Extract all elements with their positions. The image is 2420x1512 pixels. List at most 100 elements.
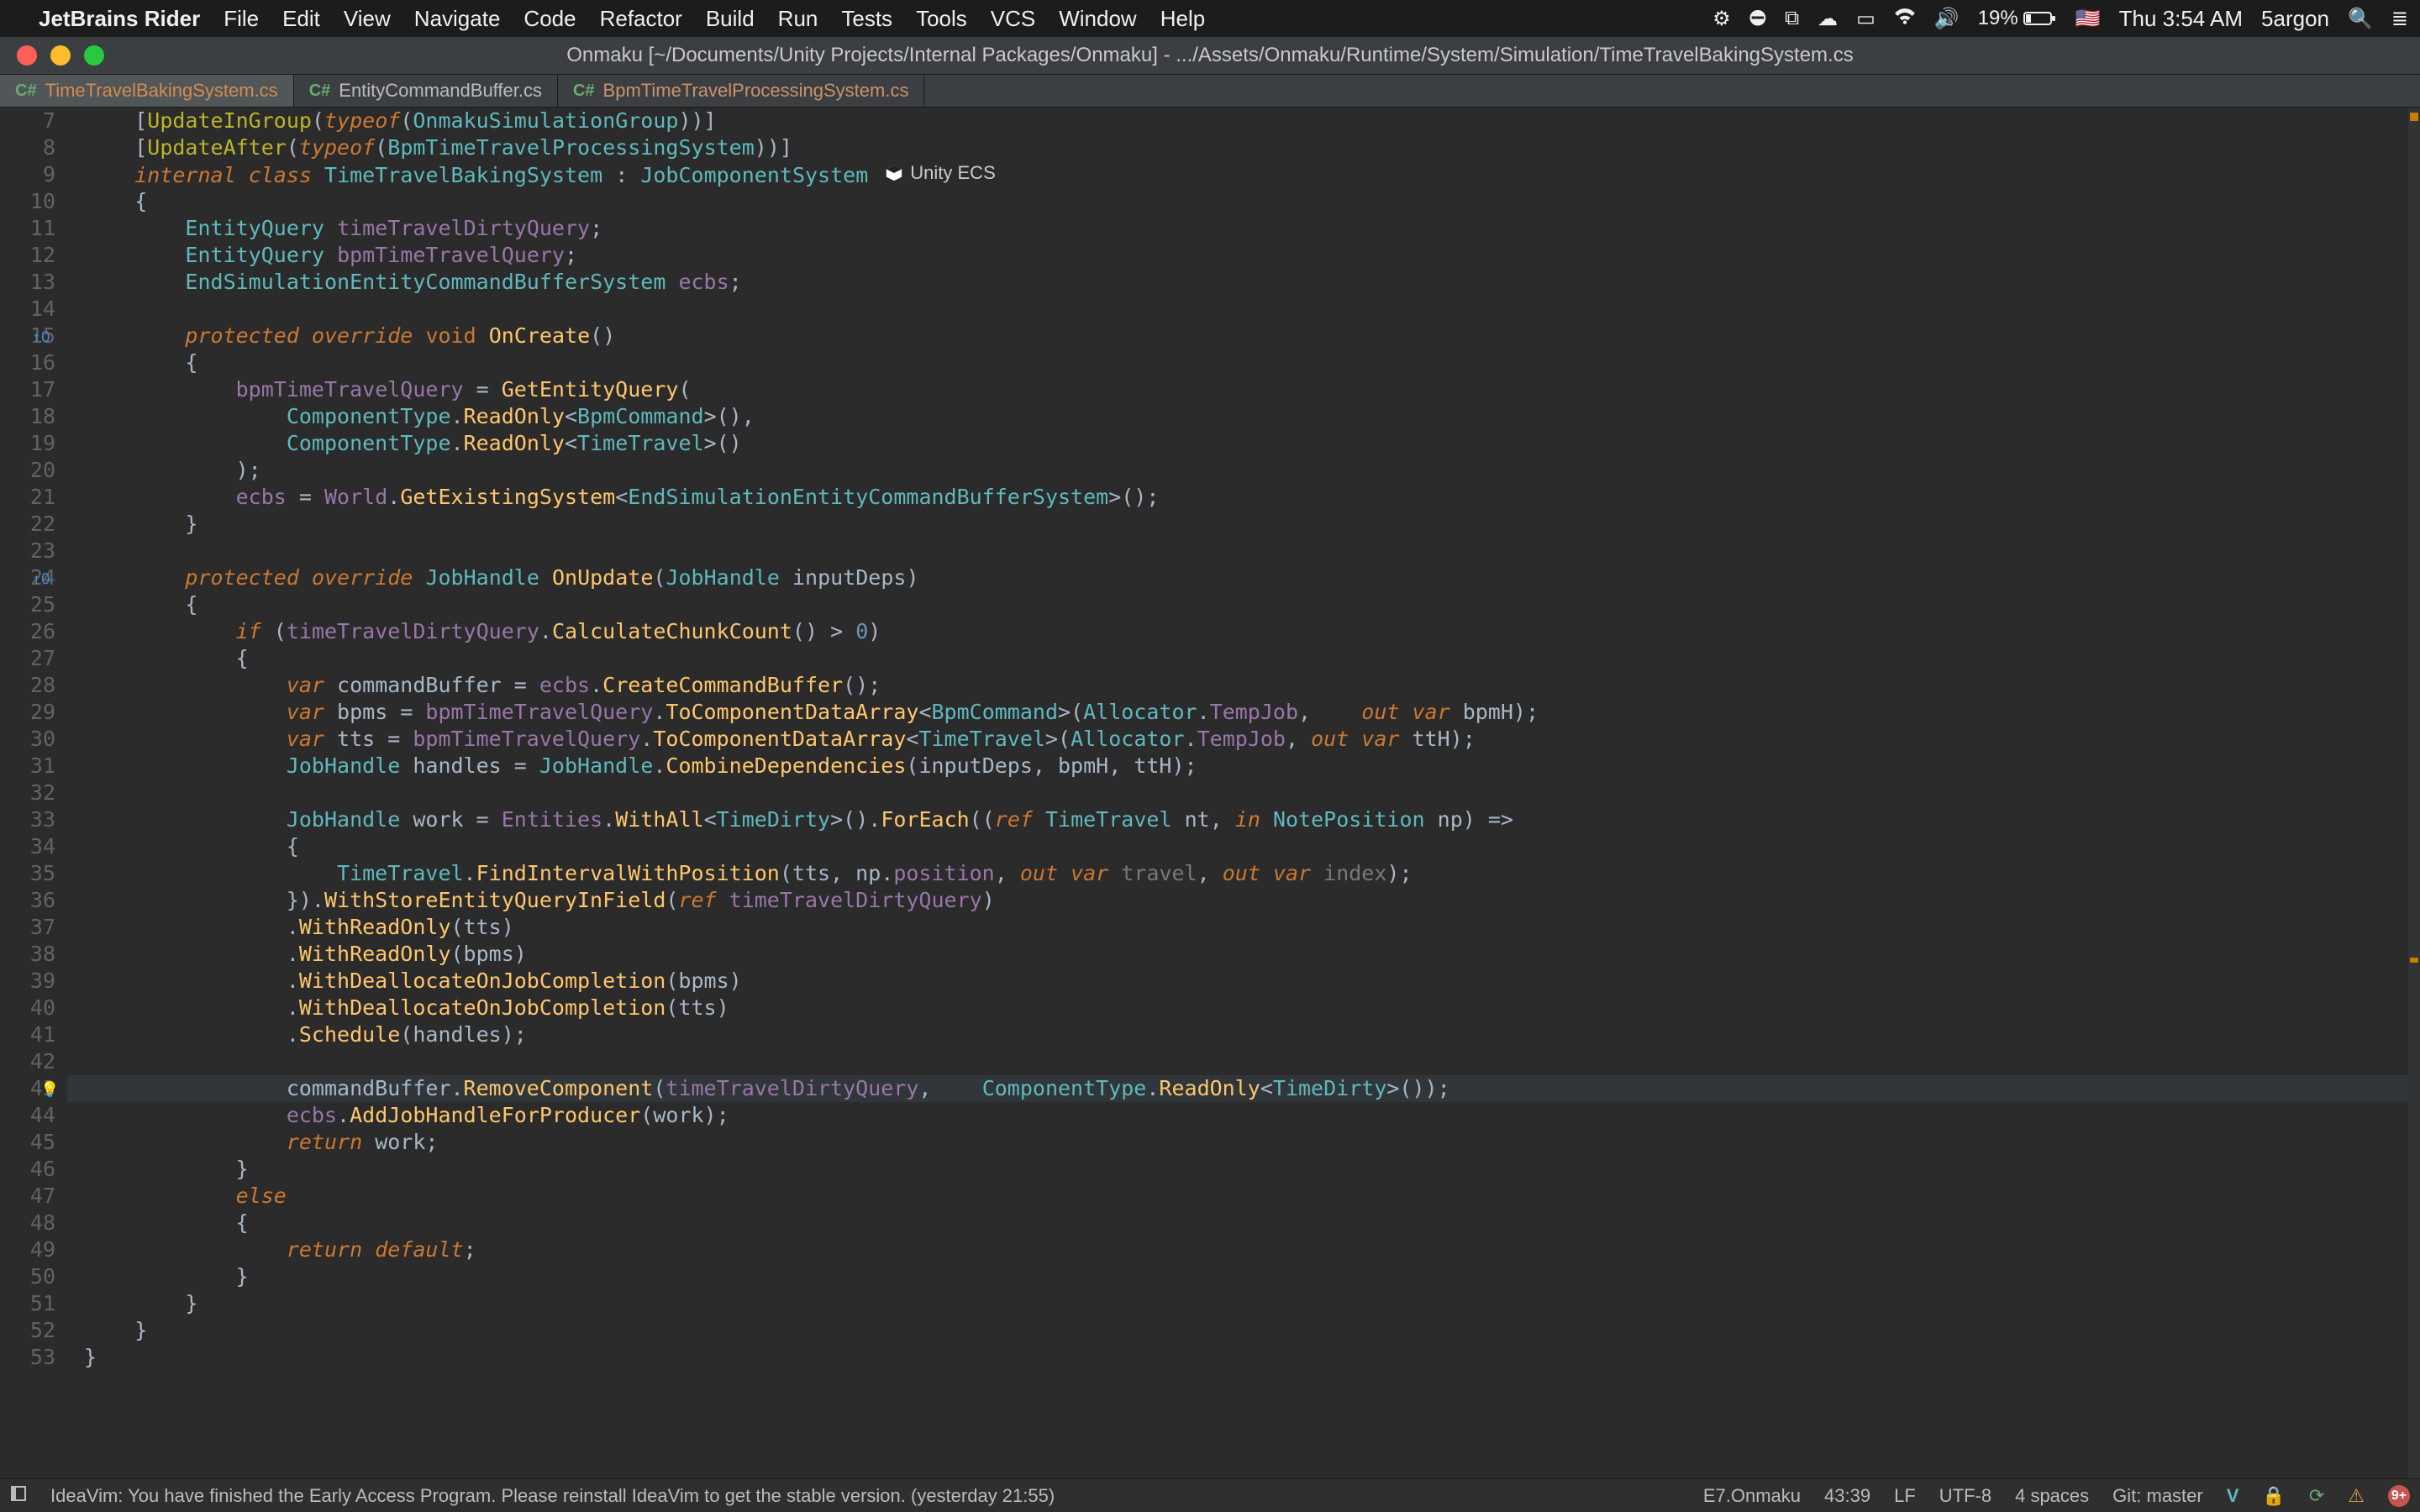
code-line[interactable]: } bbox=[84, 1317, 2420, 1344]
code-line[interactable]: [UpdateAfter(typeof(BpmTimeTravelProcess… bbox=[84, 134, 2420, 161]
code-line[interactable]: var bpms = bpmTimeTravelQuery.ToComponen… bbox=[84, 699, 2420, 726]
minimize-window-button[interactable] bbox=[50, 45, 71, 66]
code-line[interactable]: }).WithStoreEntityQueryInField(ref timeT… bbox=[84, 887, 2420, 914]
status-indent[interactable]: 4 spaces bbox=[2015, 1485, 2089, 1507]
menu-view[interactable]: View bbox=[344, 6, 391, 32]
code-line[interactable]: [UpdateInGroup(typeof(OnmakuSimulationGr… bbox=[84, 108, 2420, 134]
app-name-menu[interactable]: JetBrains Rider bbox=[39, 6, 200, 32]
menu-file[interactable]: File bbox=[224, 6, 259, 32]
code-line[interactable]: { bbox=[84, 833, 2420, 860]
code-line[interactable]: return default; bbox=[84, 1236, 2420, 1263]
battery-tray[interactable]: 19% bbox=[1978, 7, 2057, 30]
code-editor[interactable]: 7891011121314151617181920212223242526272… bbox=[0, 108, 2420, 1478]
control-center-icon[interactable]: ≣ bbox=[2391, 7, 2408, 31]
menu-code[interactable]: Code bbox=[523, 6, 576, 32]
status-encoding[interactable]: UTF-8 bbox=[1939, 1485, 1991, 1507]
code-line[interactable]: } bbox=[84, 1156, 2420, 1183]
code-area[interactable]: [UpdateInGroup(typeof(OnmakuSimulationGr… bbox=[67, 108, 2420, 1478]
menu-help[interactable]: Help bbox=[1160, 6, 1205, 32]
code-line[interactable] bbox=[84, 296, 2420, 323]
code-line[interactable] bbox=[84, 1048, 2420, 1075]
dropbox-tray-icon[interactable]: ⧉ bbox=[1785, 7, 1799, 30]
status-context[interactable]: E7.Onmaku bbox=[1703, 1485, 1801, 1507]
code-line[interactable]: } bbox=[84, 511, 2420, 538]
code-line[interactable]: .Schedule(handles); bbox=[84, 1021, 2420, 1048]
code-line[interactable]: ); bbox=[84, 457, 2420, 484]
menubar-user[interactable]: 5argon bbox=[2261, 6, 2329, 32]
code-line[interactable]: EntityQuery timeTravelDirtyQuery; bbox=[84, 215, 2420, 242]
ideavim-status-icon[interactable]: V bbox=[2227, 1485, 2239, 1507]
tab-bpmtimetravelprocessingsystem[interactable]: C# BpmTimeTravelProcessingSystem.cs bbox=[558, 75, 924, 107]
code-line[interactable]: } bbox=[84, 1290, 2420, 1317]
unity-tray-icon[interactable]: ⚙︎ bbox=[1712, 7, 1731, 31]
tool-window-toggle-icon[interactable] bbox=[10, 1485, 27, 1507]
intention-bulb-icon[interactable]: 💡 bbox=[40, 1080, 59, 1100]
code-line[interactable]: .WithDeallocateOnJobCompletion(bpms) bbox=[84, 968, 2420, 995]
readonly-lock-icon[interactable]: 🔒 bbox=[2262, 1485, 2285, 1507]
code-line[interactable]: .WithDeallocateOnJobCompletion(tts) bbox=[84, 995, 2420, 1021]
code-line[interactable]: TimeTravel.FindIntervalWithPosition(tts,… bbox=[84, 860, 2420, 887]
code-line[interactable]: JobHandle work = Entities.WithAll<TimeDi… bbox=[84, 806, 2420, 833]
menu-tools[interactable]: Tools bbox=[916, 6, 967, 32]
tab-timetravelbakingsystem[interactable]: C# TimeTravelBakingSystem.cs bbox=[0, 75, 294, 107]
menubar-clock[interactable]: Thu 3:54 AM bbox=[2119, 6, 2243, 32]
warning-stripe-mark[interactable] bbox=[2410, 958, 2418, 963]
code-line[interactable]: ComponentType.ReadOnly<BpmCommand>(), bbox=[84, 403, 2420, 430]
code-line[interactable]: ComponentType.ReadOnly<TimeTravel>() bbox=[84, 430, 2420, 457]
inspection-indicator-icon[interactable] bbox=[2410, 113, 2418, 121]
menu-refactor[interactable]: Refactor bbox=[600, 6, 682, 32]
code-line[interactable]: var tts = bpmTimeTravelQuery.ToComponent… bbox=[84, 726, 2420, 753]
zoom-window-button[interactable] bbox=[84, 45, 104, 66]
code-line[interactable]: { bbox=[84, 188, 2420, 215]
code-line[interactable]: .WithReadOnly(bpms) bbox=[84, 941, 2420, 968]
code-line[interactable]: bpmTimeTravelQuery = GetEntityQuery( bbox=[84, 376, 2420, 403]
spotlight-icon[interactable]: 🔍 bbox=[2348, 7, 2373, 31]
status-git[interactable]: Git: master bbox=[2112, 1485, 2203, 1507]
menu-run[interactable]: Run bbox=[778, 6, 818, 32]
notifications-badge[interactable]: 9+ bbox=[2388, 1485, 2410, 1507]
code-line[interactable]: JobHandle handles = JobHandle.CombineDep… bbox=[84, 753, 2420, 780]
code-line[interactable]: { bbox=[84, 1210, 2420, 1236]
code-line[interactable]: protected override void OnCreate() bbox=[84, 323, 2420, 349]
code-line[interactable]: if (timeTravelDirtyQuery.CalculateChunkC… bbox=[84, 618, 2420, 645]
code-line[interactable]: return work; bbox=[84, 1129, 2420, 1156]
menu-vcs[interactable]: VCS bbox=[991, 6, 1035, 32]
volume-tray-icon[interactable]: 🔊 bbox=[1934, 7, 1960, 31]
code-line[interactable]: { bbox=[84, 645, 2420, 672]
code-line[interactable]: ecbs = World.GetExistingSystem<EndSimula… bbox=[84, 484, 2420, 511]
code-line[interactable]: var commandBuffer = ecbs.CreateCommandBu… bbox=[84, 672, 2420, 699]
override-gutter-icon[interactable]: ↑O bbox=[32, 328, 50, 347]
wifi-tray-icon[interactable] bbox=[1894, 7, 1916, 30]
cloud-tray-icon[interactable]: ☁︎ bbox=[1818, 7, 1838, 31]
code-line[interactable]: EntityQuery bpmTimeTravelQuery; bbox=[84, 242, 2420, 269]
code-line[interactable]: .WithReadOnly(tts) bbox=[84, 914, 2420, 941]
code-line[interactable]: EndSimulationEntityCommandBufferSystem e… bbox=[84, 269, 2420, 296]
code-line[interactable]: { bbox=[84, 591, 2420, 618]
warning-status-icon[interactable]: ⚠︎ bbox=[2348, 1485, 2365, 1507]
status-caret[interactable]: 43:39 bbox=[1824, 1485, 1870, 1507]
menu-edit[interactable]: Edit bbox=[282, 6, 320, 32]
code-line[interactable]: protected override JobHandle OnUpdate(Jo… bbox=[84, 564, 2420, 591]
error-stripe[interactable] bbox=[2408, 108, 2420, 1478]
override-gutter-icon[interactable]: ↑O bbox=[32, 570, 50, 589]
menu-navigate[interactable]: Navigate bbox=[414, 6, 501, 32]
code-line[interactable]: else bbox=[84, 1183, 2420, 1210]
code-line[interactable] bbox=[84, 538, 2420, 564]
code-line[interactable]: } bbox=[84, 1344, 2420, 1371]
code-line[interactable]: commandBuffer.RemoveComponent(timeTravel… bbox=[67, 1075, 2420, 1102]
code-line[interactable]: ecbs.AddJobHandleForProducer(work); bbox=[84, 1102, 2420, 1129]
stop-tray-icon[interactable]: ⛔︎ bbox=[1749, 7, 1766, 30]
close-window-button[interactable] bbox=[17, 45, 37, 66]
code-line[interactable]: internal class TimeTravelBakingSystem : … bbox=[84, 161, 2420, 188]
menu-tests[interactable]: Tests bbox=[841, 6, 892, 32]
sync-status-icon[interactable]: ⟳ bbox=[2309, 1485, 2324, 1507]
menu-build[interactable]: Build bbox=[706, 6, 755, 32]
code-line[interactable]: { bbox=[84, 349, 2420, 376]
tab-entitycommandbuffer[interactable]: C# EntityCommandBuffer.cs bbox=[294, 75, 558, 107]
status-eol[interactable]: LF bbox=[1894, 1485, 1916, 1507]
code-line[interactable]: } bbox=[84, 1263, 2420, 1290]
display-tray-icon[interactable]: ▭ bbox=[1856, 7, 1876, 31]
code-line[interactable] bbox=[84, 780, 2420, 806]
input-flag-icon[interactable]: 🇺🇸 bbox=[2075, 7, 2101, 31]
menu-window[interactable]: Window bbox=[1059, 6, 1136, 32]
